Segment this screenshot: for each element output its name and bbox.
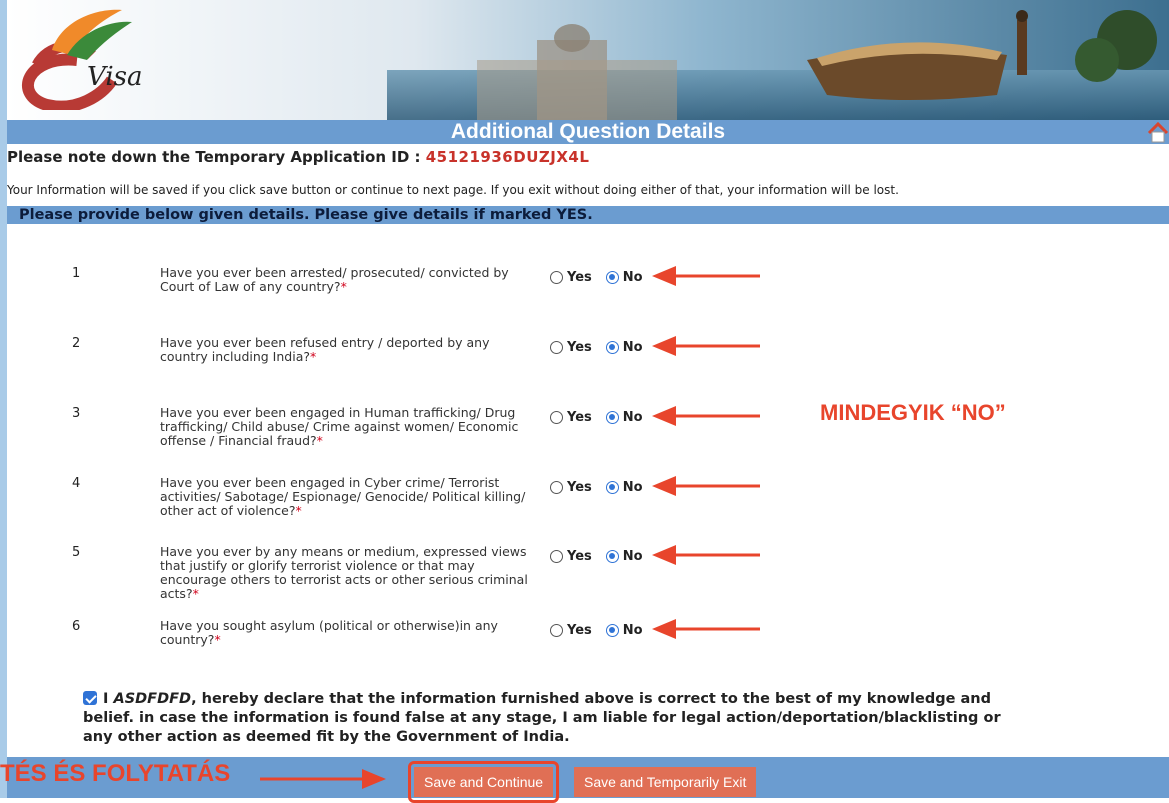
banner-image xyxy=(7,0,1169,120)
arrow-annotation-icon xyxy=(652,266,760,286)
arrow-annotation-icon xyxy=(652,406,760,426)
page-title: Additional Question Details xyxy=(7,120,1169,144)
declaration: I ASDFDFD, hereby declare that the infor… xyxy=(83,690,1023,747)
radio-yes[interactable] xyxy=(550,481,563,494)
save-continue-annotation: TÉS ÉS FOLYTATÁS xyxy=(0,760,231,787)
app-id-value: 45121936DUZJX4L xyxy=(425,148,590,166)
question-number: 5 xyxy=(72,545,81,560)
answer-radio-group: Yes No xyxy=(550,623,643,638)
arrow-annotation-icon xyxy=(652,619,760,639)
radio-no[interactable] xyxy=(605,341,619,354)
question-text: Have you ever by any means or medium, ex… xyxy=(160,544,528,601)
answer-radio-group: Yes No xyxy=(550,480,643,495)
radio-yes[interactable] xyxy=(550,624,563,637)
applicant-name: ASDFDFD xyxy=(113,691,192,707)
radio-no[interactable] xyxy=(605,550,619,563)
answer-radio-group: Yes No xyxy=(550,549,643,564)
radio-yes[interactable] xyxy=(550,341,563,354)
radio-no[interactable] xyxy=(605,411,619,424)
save-and-continue-button[interactable]: Save and Continue xyxy=(414,767,554,797)
radio-no[interactable] xyxy=(605,624,619,637)
radio-yes[interactable] xyxy=(550,271,563,284)
question-number: 1 xyxy=(72,266,81,281)
left-border xyxy=(0,0,7,798)
question-text: Have you ever been refused entry / depor… xyxy=(160,335,490,364)
declaration-checkbox[interactable] xyxy=(83,691,97,705)
save-and-exit-button[interactable]: Save and Temporarily Exit xyxy=(574,767,757,797)
header-banner: Visa xyxy=(7,0,1169,120)
arrow-annotation-icon xyxy=(652,336,760,356)
logo-text: Visa xyxy=(87,62,143,92)
section-header: Please provide below given details. Plea… xyxy=(7,206,1169,224)
answer-radio-group: Yes No xyxy=(550,340,643,355)
temporary-application-id: Please note down the Temporary Applicati… xyxy=(7,148,589,166)
answer-radio-group: Yes No xyxy=(550,270,643,285)
all-no-annotation: MINDEGYIK “NO” xyxy=(820,400,1006,425)
question-text: Have you sought asylum (political or oth… xyxy=(160,618,498,647)
arrow-annotation-icon xyxy=(652,476,760,496)
question-text: Have you ever been arrested/ prosecuted/… xyxy=(160,265,509,294)
declaration-text: , hereby declare that the information fu… xyxy=(83,691,1001,745)
evisa-logo xyxy=(22,9,132,110)
answer-radio-group: Yes No xyxy=(550,410,643,425)
app-id-label: Please note down the Temporary Applicati… xyxy=(7,148,421,166)
radio-no[interactable] xyxy=(605,481,619,494)
arrow-right-annotation-icon xyxy=(260,769,386,789)
declaration-prefix: I xyxy=(103,691,109,707)
radio-no[interactable] xyxy=(605,271,619,284)
radio-yes[interactable] xyxy=(550,411,563,424)
radio-yes[interactable] xyxy=(550,550,563,563)
question-number: 4 xyxy=(72,476,81,491)
question-number: 2 xyxy=(72,336,81,351)
home-icon[interactable] xyxy=(1147,121,1169,143)
question-text: Have you ever been engaged in Cyber crim… xyxy=(160,475,526,518)
question-number: 3 xyxy=(72,406,81,421)
question-number: 6 xyxy=(72,619,81,634)
save-continue-highlight: Save and Continue xyxy=(408,761,560,803)
arrow-annotation-icon xyxy=(652,545,760,565)
save-info-note: Your Information will be saved if you cl… xyxy=(7,183,899,197)
question-text: Have you ever been engaged in Human traf… xyxy=(160,405,519,448)
